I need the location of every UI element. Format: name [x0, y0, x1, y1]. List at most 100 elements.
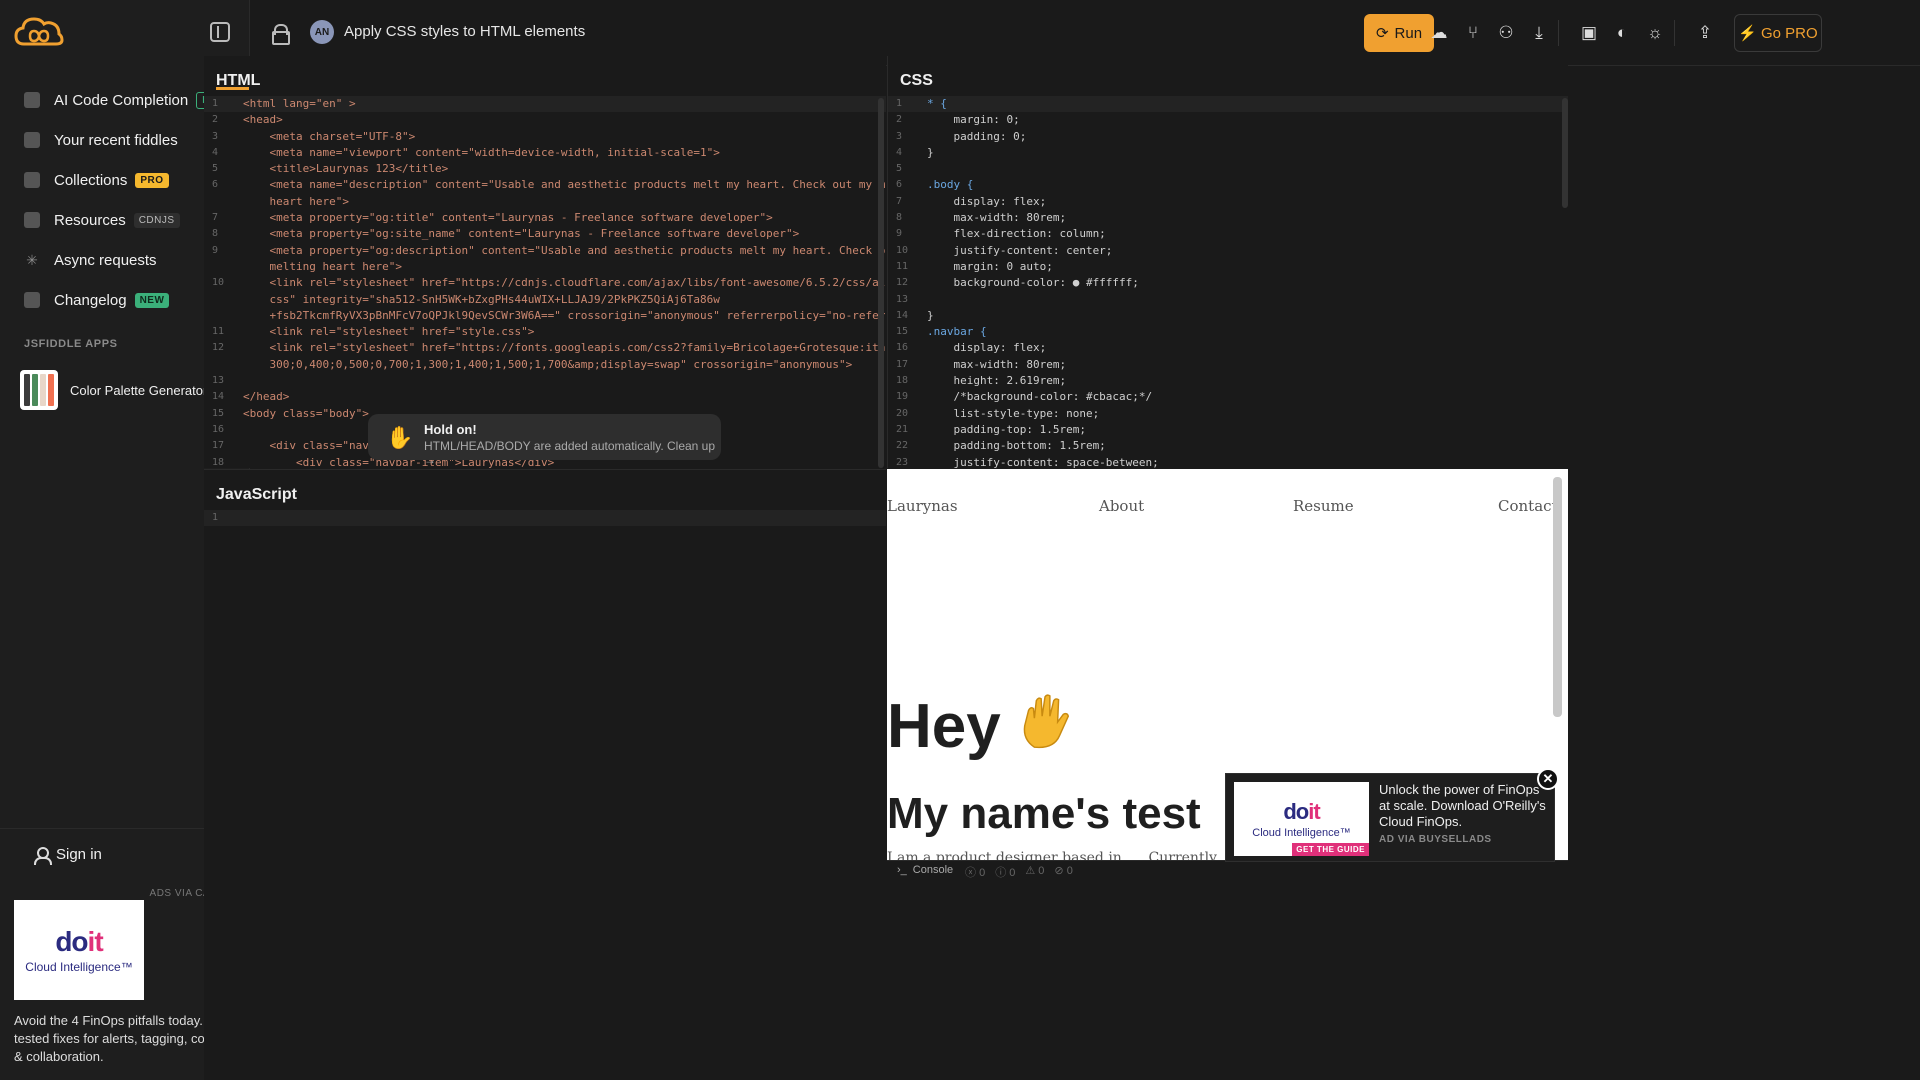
code-line[interactable]: 8 <meta property="og:site_name" content=… — [204, 226, 886, 242]
close-icon[interactable]: ✕ — [1537, 768, 1559, 790]
code-text[interactable]: <body class="body"> — [243, 406, 369, 422]
code-line[interactable]: css" integrity="sha512-SnH5WK+bZxgPHs44u… — [204, 292, 886, 308]
code-text[interactable]: <meta property="og:description" content=… — [243, 243, 886, 259]
html-editor-panel[interactable]: HTML 1 <html lang="en" >2 <head> 3 <meta ch… — [204, 56, 886, 468]
code-line[interactable]: 9 flex-direction: column; — [888, 226, 1568, 242]
sign-in-button[interactable]: Sign in — [34, 846, 102, 865]
code-text[interactable]: heart here"> — [243, 194, 348, 210]
code-line[interactable]: 23 justify-content: space-between; — [888, 455, 1568, 468]
code-line[interactable]: 11 margin: 0 auto; — [888, 259, 1568, 275]
css-scrollbar[interactable] — [1562, 98, 1568, 208]
preview-nav-contact[interactable]: Contact — [1498, 497, 1558, 515]
code-line[interactable]: 7 display: flex; — [888, 194, 1568, 210]
console-bar[interactable]: ›_ Console ⓧ 0 ⓘ 0 ⚠ 0 ⊘ 0 — [887, 860, 1568, 880]
code-text[interactable]: <html lang="en" > — [243, 96, 356, 112]
code-line[interactable]: 300;0,400;0,500;0,700;1,300;1,400;1,500;… — [204, 357, 886, 373]
share-icon[interactable]: ⇪ — [1694, 22, 1716, 44]
code-line[interactable]: 19 /*background-color: #cbacac;*/ — [888, 389, 1568, 405]
css-editor-panel[interactable]: CSS 1 * {2 margin: 0; 3 padding: 0; 4} 5 6 .bo… — [887, 56, 1568, 468]
code-text[interactable]: .body { — [927, 177, 973, 193]
code-text[interactable]: <meta name="description" content="Usable… — [243, 177, 886, 193]
code-line[interactable]: 22 padding-bottom: 1.5rem; — [888, 438, 1568, 454]
lock-icon[interactable] — [272, 24, 290, 45]
code-line[interactable]: 5 <title>Laurynas 123</title> — [204, 161, 886, 177]
code-text[interactable]: padding-bottom: 1.5rem; — [927, 438, 1105, 454]
sidebar-toggle-button[interactable] — [210, 22, 230, 42]
code-text[interactable]: 300;0,400;0,500;0,700;1,300;1,400;1,500;… — [243, 357, 852, 373]
code-text[interactable]: display: flex; — [927, 194, 1046, 210]
code-text[interactable]: flex-direction: column; — [927, 226, 1105, 242]
code-text[interactable]: list-style-type: none; — [927, 406, 1099, 422]
layout-icon[interactable]: ▣ — [1578, 22, 1600, 44]
js-editor-panel[interactable]: JavaScript 1 — [204, 469, 886, 1080]
code-text[interactable]: max-width: 80rem; — [927, 357, 1066, 373]
html-code-editor[interactable]: 1 <html lang="en" >2 <head> 3 <meta charset… — [204, 96, 886, 468]
preview-nav-about[interactable]: About — [1099, 497, 1144, 515]
preview-nav-resume[interactable]: Resume — [1293, 497, 1354, 515]
fork-icon[interactable]: ⑂ — [1462, 22, 1484, 44]
code-text[interactable]: padding: 0; — [927, 129, 1026, 145]
code-line[interactable]: 16 display: flex; — [888, 340, 1568, 356]
fiddle-title[interactable]: Apply CSS styles to HTML elements — [344, 23, 585, 40]
code-line[interactable]: 4} — [888, 145, 1568, 161]
code-text[interactable]: .navbar { — [927, 324, 987, 340]
carbon-ad-image[interactable]: doit Cloud Intelligence™ — [14, 900, 144, 1000]
code-line[interactable]: 14} — [888, 308, 1568, 324]
code-text[interactable]: justify-content: center; — [927, 243, 1112, 259]
code-text[interactable]: <meta property="og:site_name" content="L… — [243, 226, 799, 242]
code-text[interactable]: css" integrity="sha512-SnH5WK+bZxgPHs44u… — [243, 292, 719, 308]
code-text[interactable]: } — [927, 145, 934, 161]
code-text[interactable]: <head> — [243, 112, 283, 128]
code-text[interactable]: justify-content: space-between; — [927, 455, 1158, 468]
code-line[interactable]: 10 justify-content: center; — [888, 243, 1568, 259]
code-line[interactable]: 6 .body { — [888, 177, 1568, 193]
code-line[interactable]: 18 height: 2.619rem; — [888, 373, 1568, 389]
code-text[interactable]: <link rel="stylesheet" href="https://cdn… — [243, 275, 886, 291]
code-line[interactable]: 21 padding-top: 1.5rem; — [888, 422, 1568, 438]
code-line[interactable]: 20 list-style-type: none; — [888, 406, 1568, 422]
code-line[interactable]: 2 <head> — [204, 112, 886, 128]
cloud-upload-icon[interactable]: ☁ — [1428, 22, 1450, 44]
theme-sun-icon[interactable]: ☼ — [1644, 22, 1666, 44]
jsfiddle-logo[interactable] — [14, 14, 64, 50]
code-line[interactable]: 8 max-width: 80rem; — [888, 210, 1568, 226]
code-line[interactable]: 12 background-color: ● #ffffff; — [888, 275, 1568, 291]
code-text[interactable]: <meta charset="UTF-8"> — [243, 129, 415, 145]
code-line[interactable]: 3 <meta charset="UTF-8"> — [204, 129, 886, 145]
code-line[interactable]: 3 padding: 0; — [888, 129, 1568, 145]
code-text[interactable]: melting heart here"> — [243, 259, 401, 275]
css-code-editor[interactable]: 1 * {2 margin: 0; 3 padding: 0; 4} 5 6 .body {… — [888, 96, 1568, 468]
code-line[interactable]: 15 .navbar { — [888, 324, 1568, 340]
popup-ad-text[interactable]: Unlock the power of FinOps at scale. Dow… — [1379, 782, 1549, 830]
code-text[interactable]: </head> — [243, 389, 289, 405]
code-line[interactable]: 9 <meta property="og:description" conten… — [204, 243, 886, 259]
code-text[interactable]: +fsb2TkcmfRyVX3pBnMFcV7oQPJkl9QevSCWr3W6… — [243, 308, 886, 324]
console-toggle[interactable]: ›_ Console — [897, 864, 953, 876]
toggle-icon[interactable]: ◐ — [1611, 22, 1633, 44]
code-text[interactable]: padding-top: 1.5rem; — [927, 422, 1085, 438]
code-line[interactable]: 17 max-width: 80rem; — [888, 357, 1568, 373]
code-line[interactable]: 11 <link rel="stylesheet" href="style.cs… — [204, 324, 886, 340]
code-text[interactable]: } — [927, 308, 934, 324]
code-line[interactable]: 2 margin: 0; — [888, 112, 1568, 128]
popup-ad-image[interactable]: doit Cloud Intelligence™ GET THE GUIDE — [1234, 782, 1369, 856]
code-line[interactable]: 1 — [204, 510, 886, 527]
code-line[interactable]: +fsb2TkcmfRyVX3pBnMFcV7oQPJkl9QevSCWr3W6… — [204, 308, 886, 324]
code-line[interactable]: 12 <link rel="stylesheet" href="https://… — [204, 340, 886, 356]
code-line[interactable]: 6 <meta name="description" content="Usab… — [204, 177, 886, 193]
js-code-editor[interactable]: 1 — [204, 510, 886, 527]
collaborate-icon[interactable]: ⚇ — [1495, 22, 1517, 44]
code-line[interactable]: 10 <link rel="stylesheet" href="https://… — [204, 275, 886, 291]
code-text[interactable]: <title>Laurynas 123</title> — [243, 161, 448, 177]
app-color-palette-generator[interactable]: Color Palette Generator — [20, 370, 207, 410]
code-text[interactable]: <div class="navba — [243, 438, 382, 454]
code-text[interactable]: * { — [927, 96, 947, 112]
code-text[interactable]: <meta property="og:title" content="Laury… — [243, 210, 772, 226]
code-line[interactable]: 13 — [204, 373, 886, 389]
code-line[interactable]: 7 <meta property="og:title" content="Lau… — [204, 210, 886, 226]
go-pro-button[interactable]: ⚡ Go PRO — [1734, 14, 1822, 52]
code-line[interactable]: 1 <html lang="en" > — [204, 96, 886, 113]
code-text[interactable]: <link rel="stylesheet" href="https://fon… — [243, 340, 886, 356]
code-line[interactable]: 5 — [888, 161, 1568, 177]
toast-cleanup-link[interactable]: HTML/HEAD/BODY are added automatically. … — [424, 439, 721, 467]
